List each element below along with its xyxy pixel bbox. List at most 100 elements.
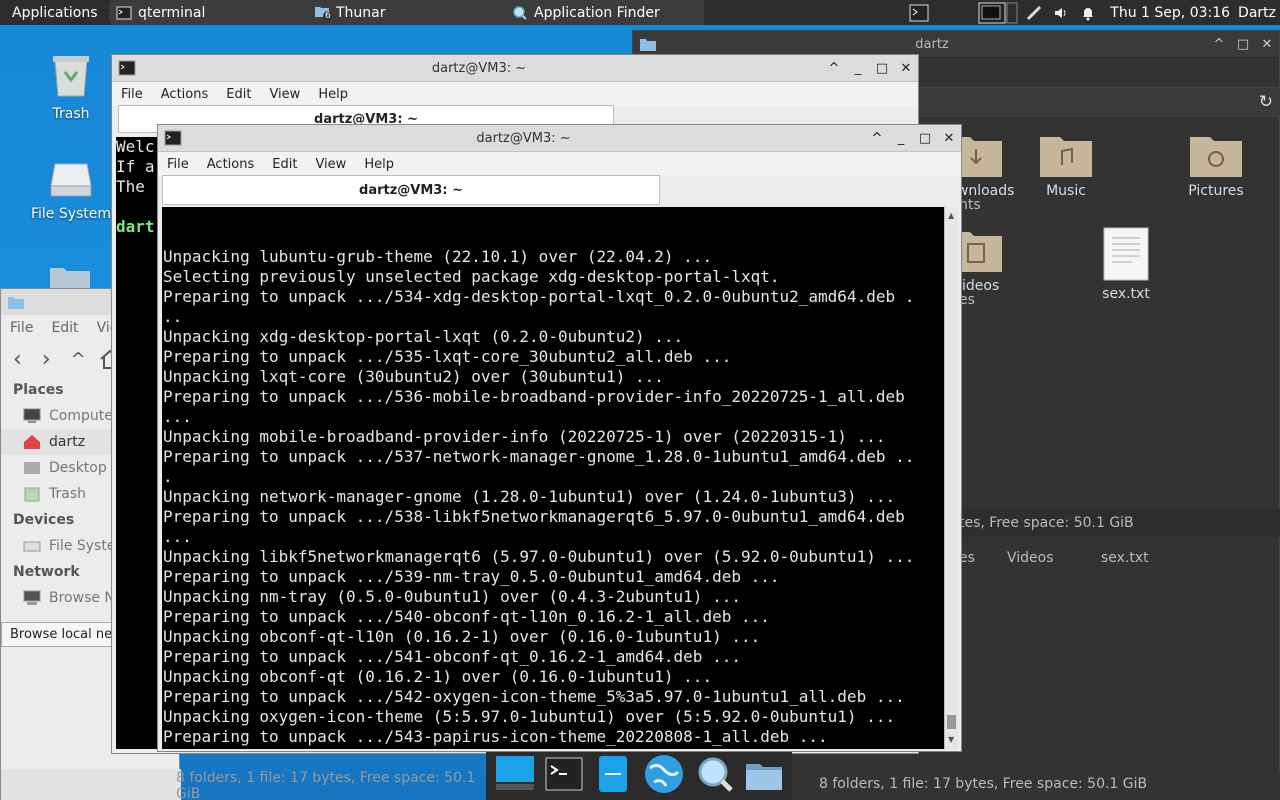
menu-file[interactable]: File xyxy=(1,320,42,336)
taskbar-label: qterminal xyxy=(138,4,206,21)
user-menu[interactable]: Dartz xyxy=(1238,0,1280,25)
home-icon xyxy=(24,435,40,449)
list-item[interactable]: sex.txt xyxy=(1101,550,1149,566)
terminal-line: Unpacking papirus-icon-theme (20220808-1… xyxy=(163,747,944,749)
desktop-icon xyxy=(24,462,40,474)
titlebar: dartz@VM3: ~ ^ _ □ ✕ xyxy=(158,125,961,152)
list-item[interactable]: Videos xyxy=(1007,550,1054,566)
trash-icon xyxy=(24,487,40,502)
maximize-button[interactable]: □ xyxy=(870,57,894,79)
terminal-output[interactable]: Unpacking lubuntu-grub-theme (22.10.1) o… xyxy=(162,207,944,749)
minimize-button[interactable]: ^ xyxy=(865,127,889,149)
up-icon[interactable]: ^ xyxy=(71,349,86,370)
menu-edit[interactable]: Edit xyxy=(263,157,306,172)
minimize-button[interactable]: ^ xyxy=(822,57,846,79)
terminal-line: . xyxy=(163,467,173,486)
volume-icon[interactable] xyxy=(1048,0,1074,25)
forward-icon[interactable]: › xyxy=(42,347,51,372)
sidebar-item-label: Desktop xyxy=(49,460,107,476)
applications-label: Applications xyxy=(12,4,98,21)
file-item-label-partial: nts xyxy=(959,197,981,213)
terminal-line: Preparing to unpack .../534-xdg-desktop-… xyxy=(163,287,915,306)
clock[interactable]: Thu 1 Sep, 03:16 xyxy=(1102,0,1238,25)
file-item-sex-txt[interactable]: sex.txt xyxy=(1081,226,1171,302)
window-title: dartz@VM3: ~ xyxy=(431,60,527,76)
dock-item-folder[interactable] xyxy=(744,754,784,798)
terminal-line: Unpacking obconf-qt (0.16.2-1) over (0.1… xyxy=(163,667,713,686)
close-button[interactable]: ✕ xyxy=(1255,33,1279,55)
window-count-badge: 6 xyxy=(323,10,333,21)
dock-item-app-finder[interactable] xyxy=(695,754,735,798)
restore-button[interactable]: □ xyxy=(1231,33,1255,55)
terminal-icon xyxy=(118,60,136,76)
menu-edit[interactable]: Edit xyxy=(42,320,87,336)
terminal-line: Unpacking libkf5networkmanagerqt6 (5.97.… xyxy=(163,547,915,566)
terminal-line: Preparing to unpack .../535-lxqt-core_30… xyxy=(163,347,732,366)
menu-actions[interactable]: Actions xyxy=(152,87,218,102)
menu-view[interactable]: View xyxy=(260,87,309,102)
scroll-up-icon[interactable]: ▲ xyxy=(948,211,954,220)
menubar: File Actions Edit View Help xyxy=(158,152,961,176)
file-item-label: Music xyxy=(1046,183,1086,199)
web-browser-icon xyxy=(644,755,683,793)
window-title: dartz xyxy=(915,36,949,52)
minimize-button[interactable]: ^ xyxy=(1207,33,1231,55)
dock-item-web-browser[interactable] xyxy=(642,752,686,800)
menu-help[interactable]: Help xyxy=(355,157,403,172)
dock-item-terminal[interactable] xyxy=(544,754,584,798)
scrollbar-thumb[interactable] xyxy=(947,715,956,729)
desktop-icon-label: File System xyxy=(30,206,112,222)
titlebar: dartz@VM3: ~ ^ _ □ ✕ xyxy=(112,55,918,82)
terminal-line: Unpacking nm-tray (0.5.0-0ubuntu1) over … xyxy=(163,587,741,606)
tray-terminal-button[interactable] xyxy=(902,0,936,25)
dock-item-show-desktop[interactable] xyxy=(495,754,535,798)
back-icon[interactable]: ‹ xyxy=(13,347,22,372)
terminal-line: Unpacking mobile-broadband-provider-info… xyxy=(163,427,886,446)
applications-menu-button[interactable]: Applications ⋮ xyxy=(0,0,110,25)
menu-view[interactable]: View xyxy=(306,157,355,172)
sidebar-item-label: Trash xyxy=(49,486,86,502)
scrollbar[interactable]: ▲ ▼ xyxy=(944,207,958,749)
menu-file[interactable]: File xyxy=(158,157,198,172)
menu-help[interactable]: Help xyxy=(309,87,357,102)
taskbar-label: Application Finder xyxy=(534,4,660,21)
terminal-line: ... xyxy=(163,527,192,546)
terminal-tab[interactable]: dartz@VM3: ~ xyxy=(162,175,660,205)
shade-button[interactable]: _ xyxy=(889,127,913,149)
desktop-icon-trash[interactable]: Trash xyxy=(21,52,121,122)
file-item-music[interactable]: Music xyxy=(1021,131,1111,199)
taskbar-item-app-finder[interactable]: Application Finder xyxy=(506,0,704,25)
folder-icon xyxy=(640,39,656,51)
close-button[interactable]: ✕ xyxy=(894,57,918,79)
menu-file[interactable]: File xyxy=(112,87,152,102)
desktop-icon-label: Trash xyxy=(52,106,90,122)
menu-edit[interactable]: Edit xyxy=(217,87,260,102)
network-tray-icon[interactable] xyxy=(1020,0,1048,25)
maximize-button[interactable]: □ xyxy=(913,127,937,149)
shade-button[interactable]: _ xyxy=(846,57,870,79)
reload-icon[interactable]: ↻ xyxy=(1259,92,1273,112)
text-file-icon xyxy=(1103,227,1149,281)
menu-actions[interactable]: Actions xyxy=(198,157,264,172)
workspace-switcher[interactable] xyxy=(976,0,1020,25)
terminal-line: Preparing to unpack .../538-libkf5networ… xyxy=(163,507,905,526)
notification-bell-icon[interactable] xyxy=(1074,0,1102,25)
desktop-icon-file-system[interactable]: File System xyxy=(21,160,121,222)
close-button[interactable]: ✕ xyxy=(937,127,961,149)
terminal-line: Preparing to unpack .../540-obconf-qt-l1… xyxy=(163,607,770,626)
file-item-pictures[interactable]: Pictures xyxy=(1171,131,1261,199)
terminal-line: Preparing to unpack .../542-oxygen-icon-… xyxy=(163,687,905,706)
terminal-line: Preparing to unpack .../537-network-mana… xyxy=(163,447,915,466)
terminal-window-front: dartz@VM3: ~ ^ _ □ ✕ File Actions Edit V… xyxy=(157,124,962,752)
dock-item-file-manager[interactable] xyxy=(593,754,633,798)
terminal-line: Preparing to unpack .../536-mobile-broad… xyxy=(163,387,905,406)
drive-icon xyxy=(50,163,92,197)
file-manager-icon xyxy=(598,756,627,792)
desktop-home-icon[interactable] xyxy=(48,262,92,290)
terminal-line: Unpacking oxygen-icon-theme (5:5.97.0-1u… xyxy=(163,707,896,726)
terminal-line: Preparing to unpack .../541-obconf-qt_0.… xyxy=(163,647,741,666)
taskbar-item-thunar[interactable]: 6 Thunar xyxy=(308,0,506,25)
terminal-line: Preparing to unpack .../539-nm-tray_0.5.… xyxy=(163,567,780,586)
taskbar-item-qterminal[interactable]: qterminal xyxy=(110,0,308,25)
scroll-down-icon[interactable]: ▼ xyxy=(948,735,954,744)
